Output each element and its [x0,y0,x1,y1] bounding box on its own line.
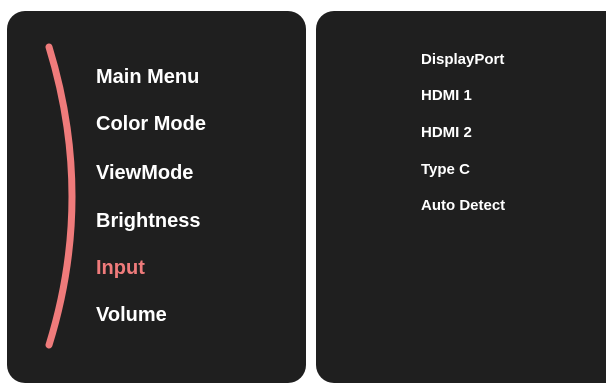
menu-item-brightness[interactable]: Brightness [96,211,200,231]
menu-item-color-mode[interactable]: Color Mode [96,114,206,134]
menu-item-viewmode[interactable]: ViewMode [96,163,193,183]
main-menu-panel: Main Menu Color Mode ViewMode Brightness… [7,11,306,383]
menu-item-main-menu[interactable]: Main Menu [96,67,199,87]
submenu-item-displayport[interactable]: DisplayPort [421,52,504,67]
submenu-item-hdmi-1[interactable]: HDMI 1 [421,88,472,103]
submenu-item-hdmi-2[interactable]: HDMI 2 [421,125,472,140]
menu-item-input[interactable]: Input [96,258,145,278]
submenu-item-type-c[interactable]: Type C [421,162,470,177]
submenu-item-auto-detect[interactable]: Auto Detect [421,198,505,213]
input-submenu-panel: DisplayPort HDMI 1 HDMI 2 Type C Auto De… [316,11,606,383]
menu-item-volume[interactable]: Volume [96,305,167,325]
